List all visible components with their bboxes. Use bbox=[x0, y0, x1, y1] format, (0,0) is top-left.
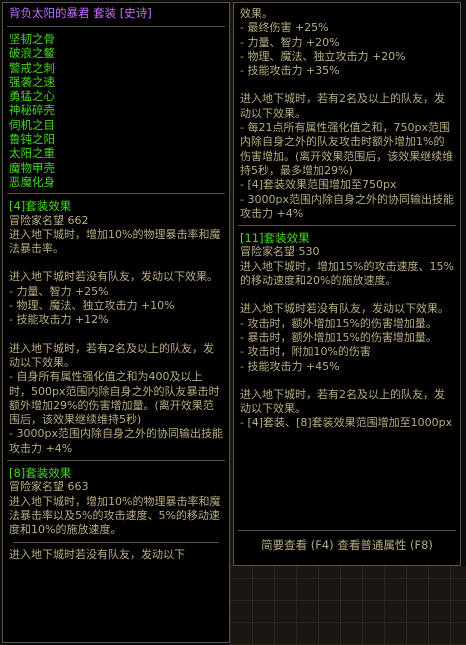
set-piece-list: 坚韧之骨 破浪之鳌 警戒之刺 强袭之速 勇猛之心 神秘碎壳 伺机之目 鲁钝之阳 … bbox=[3, 32, 229, 189]
set11-effect-header: [11]套装效果 bbox=[240, 231, 310, 246]
set8-solo-effect-continued: 效果。 - 最终伤害 +25% - 力量、智力 +20% - 物理、魔法、独立攻… bbox=[240, 7, 406, 78]
set4-effect-text: 进入地下城时，增加10%的物理暴击率和魔法暴击率。 bbox=[9, 227, 221, 256]
set-piece[interactable]: 破浪之鳌 bbox=[9, 46, 223, 60]
game-background bbox=[230, 566, 466, 645]
set-tooltip-left-panel: 背负太阳的暴君 套装 [史诗] 坚韧之骨 破浪之鳌 警戒之刺 强袭之速 勇猛之心… bbox=[2, 2, 230, 643]
set11-party-effect-text: 进入地下城时，若有2名及以上的队友，发动以下效果。 - [4]套装、[8]套装效… bbox=[240, 387, 453, 430]
divider bbox=[7, 460, 225, 462]
set11-effect-text: 进入地下城时，增加15%的攻击速度、15%的移动速度和20%的施放速度。 bbox=[240, 259, 454, 288]
set4-solo-effect-text: 进入地下城时若没有队友，发动以下效果。 - 力量、智力 +25% - 物理、魔法… bbox=[9, 270, 218, 327]
set4-effect-header: [4]套装效果 bbox=[9, 199, 72, 214]
set11-fame: 冒险家名望 530 bbox=[240, 245, 320, 259]
divider bbox=[238, 225, 456, 227]
set8-fame: 冒险家名望 663 bbox=[9, 480, 89, 494]
divider bbox=[238, 530, 456, 531]
set-piece[interactable]: 太阳之重 bbox=[9, 146, 223, 160]
set8-continued-section: 效果。 - 最终伤害 +25% - 力量、智力 +20% - 物理、魔法、独立攻… bbox=[234, 3, 460, 221]
set8-effect-section: [8]套装效果 冒险家名望 663 进入地下城时，增加10%的物理暴击率和魔法暴… bbox=[3, 466, 229, 562]
set-piece[interactable]: 警戒之刺 bbox=[9, 61, 223, 75]
set11-solo-effect-text: 进入地下城时若没有队友，发动以下效果。 - 攻击时，额外增加15%的伤害增加量。… bbox=[240, 302, 449, 373]
set4-effect-section: [4]套装效果 冒险家名望 662 进入地下城时，增加10%的物理暴击率和魔法暴… bbox=[3, 199, 229, 456]
set8-party-effect-text: 进入地下城时，若有2名及以上的队友，发动以下效果。 - 每21点所有属性强化值之… bbox=[240, 92, 454, 220]
game-screen: 背负太阳的暴君 套装 [史诗] 坚韧之骨 破浪之鳌 警戒之刺 强袭之速 勇猛之心… bbox=[0, 0, 466, 645]
set8-solo-effect-text: 进入地下城时若没有队友，发动以下 bbox=[9, 547, 185, 561]
set-title: 背负太阳的暴君 套装 [史诗] bbox=[9, 6, 152, 20]
divider bbox=[13, 541, 219, 543]
set4-party-effect-text: 进入地下城时，若有2名及以上的队友，发动以下效果。 - 自身所有属性强化值之和为… bbox=[9, 341, 223, 455]
view-toggle-hint[interactable]: 简要查看 (F4) 查看普通属性 (F8) bbox=[234, 537, 460, 553]
set-piece[interactable]: 坚韧之骨 bbox=[9, 32, 223, 46]
set-piece[interactable]: 恶魔化身 bbox=[9, 175, 223, 189]
set11-effect-section: [11]套装效果 冒险家名望 530 进入地下城时，增加15%的攻击速度、15%… bbox=[234, 231, 460, 431]
set-piece[interactable]: 神秘碎壳 bbox=[9, 103, 223, 117]
set-piece[interactable]: 伺机之目 bbox=[9, 118, 223, 132]
divider bbox=[7, 193, 225, 195]
divider bbox=[7, 26, 225, 27]
set8-effect-header: [8]套装效果 bbox=[9, 466, 72, 481]
set-piece[interactable]: 勇猛之心 bbox=[9, 89, 223, 103]
set8-effect-text: 进入地下城时，增加10%的物理暴击率和魔法暴击率以及5%的攻击速度、5%的移动速… bbox=[9, 494, 221, 537]
set-tooltip-right-panel: 效果。 - 最终伤害 +25% - 力量、智力 +20% - 物理、魔法、独立攻… bbox=[233, 2, 461, 566]
set-piece[interactable]: 鲁钝之阳 bbox=[9, 132, 223, 146]
set-piece[interactable]: 强袭之速 bbox=[9, 75, 223, 89]
set-piece[interactable]: 魔物甲壳 bbox=[9, 161, 223, 175]
set4-fame: 冒险家名望 662 bbox=[9, 213, 89, 227]
